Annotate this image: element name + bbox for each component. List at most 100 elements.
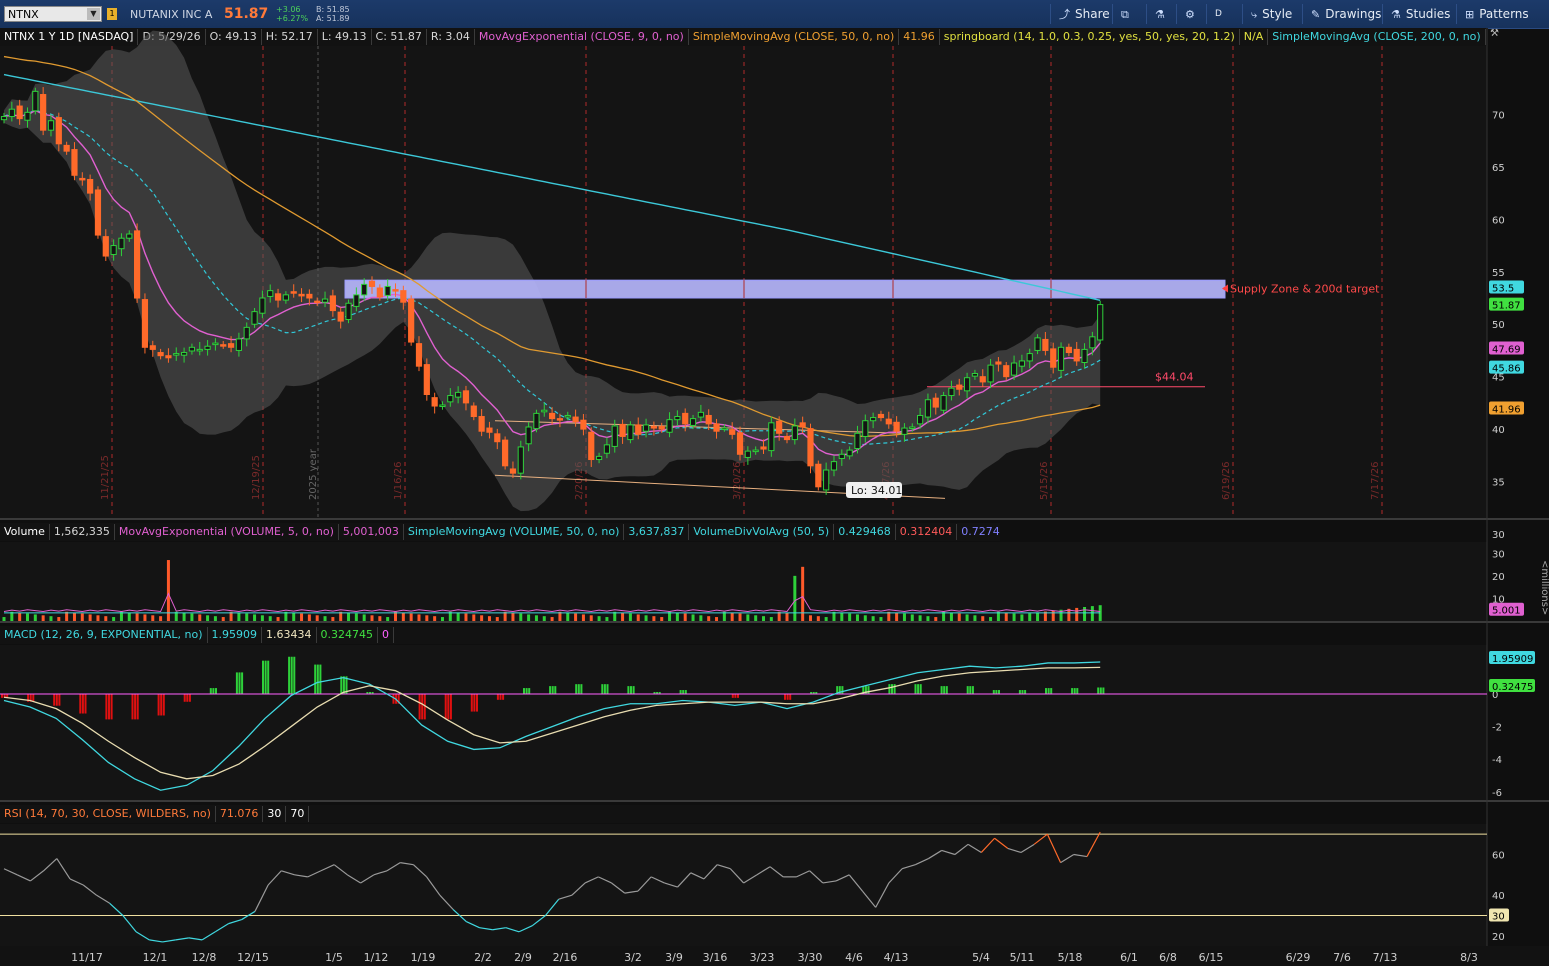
patterns-icon: ⊞ — [1465, 8, 1475, 21]
rsi-segment — [584, 876, 599, 884]
legend-item[interactable]: SimpleMovingAvg (VOLUME, 50, 0, no) — [404, 524, 625, 540]
symbol-input[interactable]: NTNX ▼ — [4, 6, 102, 22]
legend-item[interactable]: 41.96 — [899, 29, 940, 45]
legend-item[interactable]: MACD (12, 26, 9, EXPONENTIAL, no) — [0, 627, 208, 643]
legend-item[interactable]: 5,001,003 — [339, 524, 404, 540]
rsi-segment — [320, 864, 335, 872]
macd-histogram-bar — [188, 693, 191, 702]
candle-body — [760, 446, 767, 450]
volume-bar — [112, 617, 116, 621]
link-group-badge[interactable]: 1 — [107, 8, 117, 20]
studies-button[interactable]: ⚗ Studies — [1382, 4, 1456, 24]
legend-item[interactable]: Volume — [0, 524, 50, 540]
legend-item[interactable]: N/A — [1240, 29, 1269, 45]
macd-signal-line — [3, 666, 1101, 780]
x-axis-tick: 6/15 — [1199, 951, 1224, 964]
volume-bar — [268, 616, 272, 621]
legend-item[interactable]: 0.429468 — [834, 524, 896, 540]
settings-button[interactable]: ⚙ — [1176, 4, 1206, 24]
legend-item[interactable]: 0.324745 — [317, 627, 379, 643]
legend-item[interactable]: 30 — [263, 806, 287, 822]
candle-body — [721, 427, 728, 431]
volume-bar — [456, 612, 460, 621]
legend-item[interactable]: VolumeDivVolAvg (50, 5) — [689, 524, 835, 540]
candle-body — [893, 421, 900, 432]
legend-item[interactable]: RSI (14, 70, 30, CLOSE, WILDERS, no) — [0, 806, 216, 822]
legend-item[interactable]: SimpleMovingAvg (CLOSE, 50, 0, no) — [689, 29, 900, 45]
flask-button[interactable]: ⚗ — [1146, 4, 1176, 24]
candle-body — [470, 405, 477, 418]
legend-item[interactable]: SimpleMovingAvg (CLOSE, 200, 0, no) — [1268, 29, 1486, 45]
price-axis-tick: 45 — [1492, 373, 1505, 384]
rsi-segment — [1033, 833, 1048, 845]
legend-item[interactable]: MovAvgExponential (VOLUME, 5, 0, no) — [115, 524, 339, 540]
volume-bar — [887, 611, 891, 621]
candle-body — [408, 298, 415, 343]
macd-histogram-bar — [919, 684, 922, 694]
legend-item[interactable]: 0.727421 — [957, 524, 1000, 540]
rsi-segment — [439, 894, 454, 910]
legend-item[interactable]: 3,637,837 — [624, 524, 690, 540]
detach-button[interactable]: ⧉ — [1112, 4, 1146, 24]
candle-body — [995, 361, 1002, 365]
volume-bar — [691, 614, 695, 621]
macd-histogram-bar — [6, 693, 9, 698]
macd-histogram-bar — [502, 693, 505, 700]
aggregation-button[interactable]: D — [1206, 4, 1242, 24]
volume-bar — [730, 612, 734, 621]
rsi-value-label: 30 — [1492, 912, 1505, 923]
volume-bar — [80, 613, 84, 621]
legend-item[interactable]: 1,562,335 — [50, 524, 115, 540]
macd-histogram-bar — [371, 691, 374, 694]
volume-bar — [848, 613, 852, 621]
patterns-button[interactable]: ⊞ Patterns — [1456, 4, 1536, 24]
rsi-segment — [994, 837, 1009, 849]
candle-body — [173, 353, 180, 356]
rsi-segment — [1020, 843, 1035, 853]
settings-corner-icon[interactable]: ⚒ — [1490, 28, 1508, 46]
legend-item[interactable]: 1.95909 — [208, 627, 263, 643]
legend-item[interactable]: R: 3.04 — [427, 29, 475, 45]
expiration-label: 3/20/26 — [732, 461, 743, 500]
rsi-segment — [1086, 831, 1101, 857]
volume-bar — [119, 611, 123, 621]
x-axis-tick: 2/9 — [514, 951, 532, 964]
legend-item[interactable]: O: 49.13 — [206, 29, 262, 45]
x-axis-tick: 12/15 — [237, 951, 269, 964]
macd-histogram-bar — [288, 656, 291, 694]
volume-bar — [151, 615, 155, 621]
legend-item[interactable]: 0 — [378, 627, 395, 643]
legend-item[interactable]: 1.63434 — [262, 627, 317, 643]
chevron-down-icon[interactable]: ▼ — [87, 8, 100, 20]
x-axis-tick: 6/1 — [1120, 951, 1138, 964]
macd-panel-bg — [0, 645, 1487, 800]
legend-item[interactable]: NTNX 1 Y 1D [NASDAQ] — [0, 29, 139, 45]
legend-item[interactable]: MovAvgExponential (CLOSE, 9, 0, no) — [475, 29, 689, 45]
expiration-label: 7/17/26 — [1370, 461, 1381, 500]
volume-bar — [260, 615, 264, 621]
legend-item[interactable]: H: 52.17 — [262, 29, 318, 45]
legend-item[interactable]: 0.312404 — [896, 524, 958, 540]
legend-item[interactable]: L: 49.13 — [318, 29, 372, 45]
rsi-segment — [215, 923, 229, 933]
vol-panel-bg — [0, 542, 1487, 621]
candle-body — [274, 293, 282, 301]
x-axis-tick: 6/29 — [1286, 951, 1311, 964]
legend-item[interactable]: 53.5 — [1486, 29, 1488, 45]
price-axis-tick: 35 — [1492, 478, 1505, 489]
legend-item[interactable]: springboard (14, 1.0, 0.3, 0.25, yes, 50… — [940, 29, 1240, 45]
candle-body — [455, 391, 462, 398]
macd-histogram-bar — [1047, 688, 1050, 694]
x-axis-tick: 1/19 — [411, 951, 436, 964]
macd-histogram-bar — [105, 693, 108, 720]
macd-histogram-bar — [784, 693, 786, 700]
rsi-segment — [135, 931, 150, 941]
legend-item[interactable]: D: 5/29/26 — [138, 29, 206, 45]
legend-item[interactable]: 71.076 — [216, 806, 264, 822]
drawings-button[interactable]: ✎ Drawings — [1302, 4, 1382, 24]
legend-item[interactable]: 70 — [286, 806, 310, 822]
legend-item[interactable]: C: 51.87 — [372, 29, 427, 45]
share-button[interactable]: ⤴ Share — [1050, 4, 1112, 24]
style-button[interactable]: ⤷ Style — [1242, 4, 1302, 24]
candle-body — [956, 384, 963, 390]
